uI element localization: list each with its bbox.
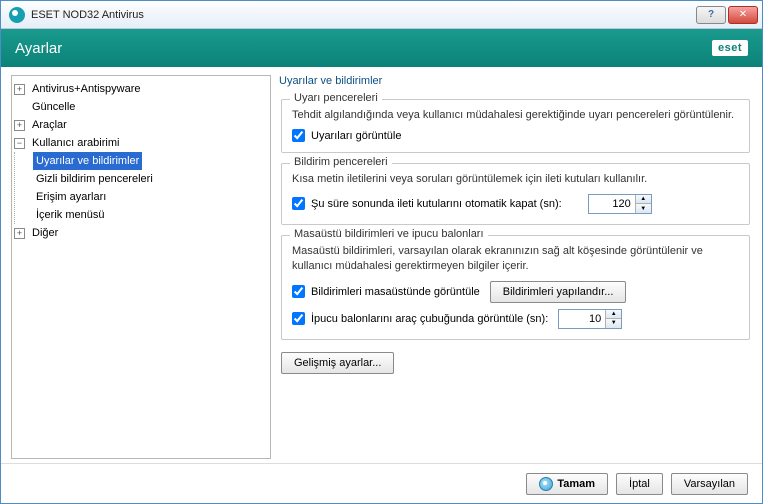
- body: + Antivirus+Antispyware + Güncelle + Ara…: [1, 67, 762, 463]
- collapse-icon[interactable]: −: [14, 138, 25, 149]
- tree-item-tools[interactable]: + Araçlar: [14, 116, 268, 134]
- window-title: ESET NOD32 Antivirus: [31, 9, 694, 21]
- checkbox-input[interactable]: [292, 312, 305, 325]
- app-window: ESET NOD32 Antivirus ? ✕ Ayarlar eset + …: [0, 0, 763, 504]
- spin-up-button[interactable]: ▲: [636, 195, 651, 205]
- group-alert-windows: Uyarı pencereleri Tehdit algılandığında …: [281, 99, 750, 153]
- defaults-button[interactable]: Varsayılan: [671, 473, 748, 495]
- close-button[interactable]: ✕: [728, 6, 758, 24]
- spin-up-button[interactable]: ▲: [606, 310, 621, 320]
- group-desc: Tehdit algılandığında veya kullanıcı müd…: [292, 108, 739, 123]
- group-legend: Uyarı pencereleri: [290, 92, 382, 104]
- tree-item-other[interactable]: + Diğer: [14, 224, 268, 242]
- checkbox-autoclose[interactable]: [292, 197, 305, 210]
- group-notification-windows: Bildirim pencereleri Kısa metin iletiler…: [281, 163, 750, 224]
- number-input[interactable]: [559, 310, 605, 328]
- expand-icon[interactable]: +: [14, 228, 25, 239]
- group-legend: Bildirim pencereleri: [290, 156, 392, 168]
- checkbox-label: Şu süre sonunda ileti kutularını otomati…: [311, 198, 562, 210]
- checkbox-input[interactable]: [292, 129, 305, 142]
- app-icon: [9, 7, 25, 23]
- checkbox-input[interactable]: [292, 285, 305, 298]
- shield-icon: [539, 477, 553, 491]
- content-heading: Uyarılar ve bildirimler: [279, 75, 752, 89]
- ok-button[interactable]: Tamam: [526, 473, 608, 495]
- page-title: Ayarlar: [15, 40, 62, 57]
- checkbox-tooltip-balloons[interactable]: İpucu balonlarını araç çubuğunda görüntü…: [292, 312, 548, 325]
- content-pane: Uyarılar ve bildirimler Uyarı pencereler…: [279, 75, 752, 459]
- spin-down-button[interactable]: ▼: [636, 204, 651, 213]
- configure-notifications-button[interactable]: Bildirimleri yapılandır...: [490, 281, 627, 303]
- tree-item-context-menu[interactable]: İçerik menüsü: [33, 206, 268, 224]
- expand-icon[interactable]: +: [14, 84, 25, 95]
- tree-item-access[interactable]: Erişim ayarları: [33, 188, 268, 206]
- tree-item-update[interactable]: + Güncelle: [14, 98, 268, 116]
- group-legend: Masaüstü bildirimleri ve ipucu balonları: [290, 228, 488, 240]
- tree-item-alerts[interactable]: Uyarılar ve bildirimler: [33, 152, 268, 170]
- spin-down-button[interactable]: ▼: [606, 319, 621, 328]
- group-desc: Kısa metin iletilerini veya soruları gör…: [292, 172, 739, 187]
- tooltip-seconds-input[interactable]: ▲ ▼: [558, 309, 622, 329]
- expand-icon[interactable]: +: [14, 120, 25, 131]
- row-autoclose: Şu süre sonunda ileti kutularını otomati…: [292, 194, 739, 214]
- titlebar[interactable]: ESET NOD32 Antivirus ? ✕: [1, 1, 762, 29]
- nav-tree[interactable]: + Antivirus+Antispyware + Güncelle + Ara…: [11, 75, 271, 459]
- dialog-footer: Tamam İptal Varsayılan: [1, 463, 762, 503]
- cancel-button[interactable]: İptal: [616, 473, 663, 495]
- spinner: ▲ ▼: [605, 310, 621, 328]
- checkbox-show-alerts[interactable]: Uyarıları görüntüle: [292, 129, 739, 142]
- group-desc: Masaüstü bildirimleri, varsayılan olarak…: [292, 244, 739, 275]
- tree-item-antivirus[interactable]: + Antivirus+Antispyware: [14, 80, 268, 98]
- help-button[interactable]: ?: [696, 6, 726, 24]
- advanced-settings-button[interactable]: Gelişmiş ayarlar...: [281, 352, 394, 374]
- tree-item-hidden-windows[interactable]: Gizli bildirim pencereleri: [33, 170, 268, 188]
- spinner: ▲ ▼: [635, 195, 651, 213]
- checkbox-desktop-notify[interactable]: Bildirimleri masaüstünde görüntüle: [292, 285, 480, 298]
- eset-logo: eset: [712, 40, 748, 56]
- autoclose-seconds-input[interactable]: ▲ ▼: [588, 194, 652, 214]
- number-input[interactable]: [589, 195, 635, 213]
- tree-item-ui[interactable]: − Kullanıcı arabirimi Uyarılar ve bildir…: [14, 134, 268, 224]
- page-header: Ayarlar eset: [1, 29, 762, 67]
- group-desktop-notifications: Masaüstü bildirimleri ve ipucu balonları…: [281, 235, 750, 340]
